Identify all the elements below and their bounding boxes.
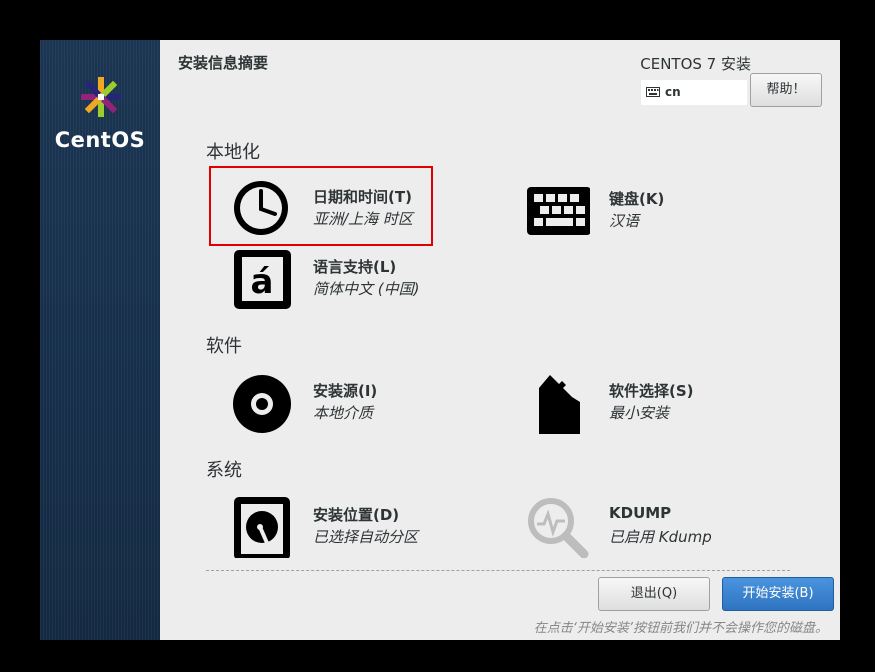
- harddisk-icon: [234, 497, 290, 558]
- keyboard-layout-text: cn: [665, 85, 681, 99]
- spoke-install-destination-title: 安装位置(D): [313, 506, 400, 524]
- spoke-install-destination-status: 已选择自动分区: [313, 528, 419, 546]
- main-panel: 安装信息摘要 CENTOS 7 安装 cn 帮助！ 本地化 日期和时间(T) 亚…: [160, 40, 840, 640]
- quit-button[interactable]: 退出(Q): [598, 577, 710, 611]
- spoke-keyboard-status: 汉语: [609, 212, 640, 230]
- begin-installation-button[interactable]: 开始安装(B): [722, 577, 834, 611]
- help-button[interactable]: 帮助！: [750, 73, 822, 107]
- highlight-box: [209, 166, 433, 246]
- spoke-language[interactable]: á 语言支持(L) 简体中文 (中国): [230, 246, 490, 310]
- centos-logo: [81, 77, 121, 117]
- spoke-language-status: 简体中文 (中国): [313, 280, 420, 298]
- disc-icon: [233, 375, 291, 433]
- spoke-install-source[interactable]: 安装源(I) 本地介质: [230, 370, 490, 434]
- keyboard-layout-indicator[interactable]: cn: [641, 80, 747, 105]
- section-system: 系统: [206, 460, 242, 481]
- spoke-language-title: 语言支持(L): [313, 258, 397, 276]
- spoke-kdump[interactable]: KDUMP 已启用 Kdump: [526, 494, 786, 558]
- installer-window: CentOS 安装信息摘要 CENTOS 7 安装 cn 帮助！ 本地化 日期和…: [40, 40, 840, 640]
- product-title: CENTOS 7 安装: [640, 55, 751, 73]
- separator: [206, 570, 790, 571]
- footer-note: 在点击‘开始安装’按钮前我们并不会操作您的磁盘。: [533, 621, 828, 636]
- spoke-install-destination[interactable]: 安装位置(D) 已选择自动分区: [230, 494, 490, 558]
- package-icon: [539, 375, 580, 434]
- spoke-software-selection-status: 最小安装: [609, 404, 670, 422]
- keyboard-layout-icon: [646, 87, 660, 97]
- spoke-software-selection-title: 软件选择(S): [609, 382, 694, 400]
- spoke-install-source-status: 本地介质: [313, 404, 374, 422]
- spoke-install-source-title: 安装源(I): [313, 382, 378, 400]
- spoke-software-selection[interactable]: 软件选择(S) 最小安装: [526, 370, 786, 434]
- keyboard-icon: [527, 187, 590, 235]
- centos-wordmark: CentOS: [54, 128, 146, 152]
- spoke-keyboard-title: 键盘(K): [609, 190, 665, 208]
- svg-text:á: á: [251, 262, 274, 302]
- search-icon: [528, 498, 589, 558]
- spoke-keyboard[interactable]: 键盘(K) 汉语: [526, 178, 786, 242]
- page-title: 安装信息摘要: [178, 54, 269, 72]
- language-icon: á: [234, 250, 291, 309]
- spoke-kdump-title: KDUMP: [609, 504, 672, 522]
- spoke-kdump-status: 已启用 Kdump: [609, 528, 712, 546]
- sidebar: CentOS: [40, 40, 160, 640]
- section-software: 软件: [206, 336, 242, 357]
- section-localization: 本地化: [206, 142, 260, 163]
